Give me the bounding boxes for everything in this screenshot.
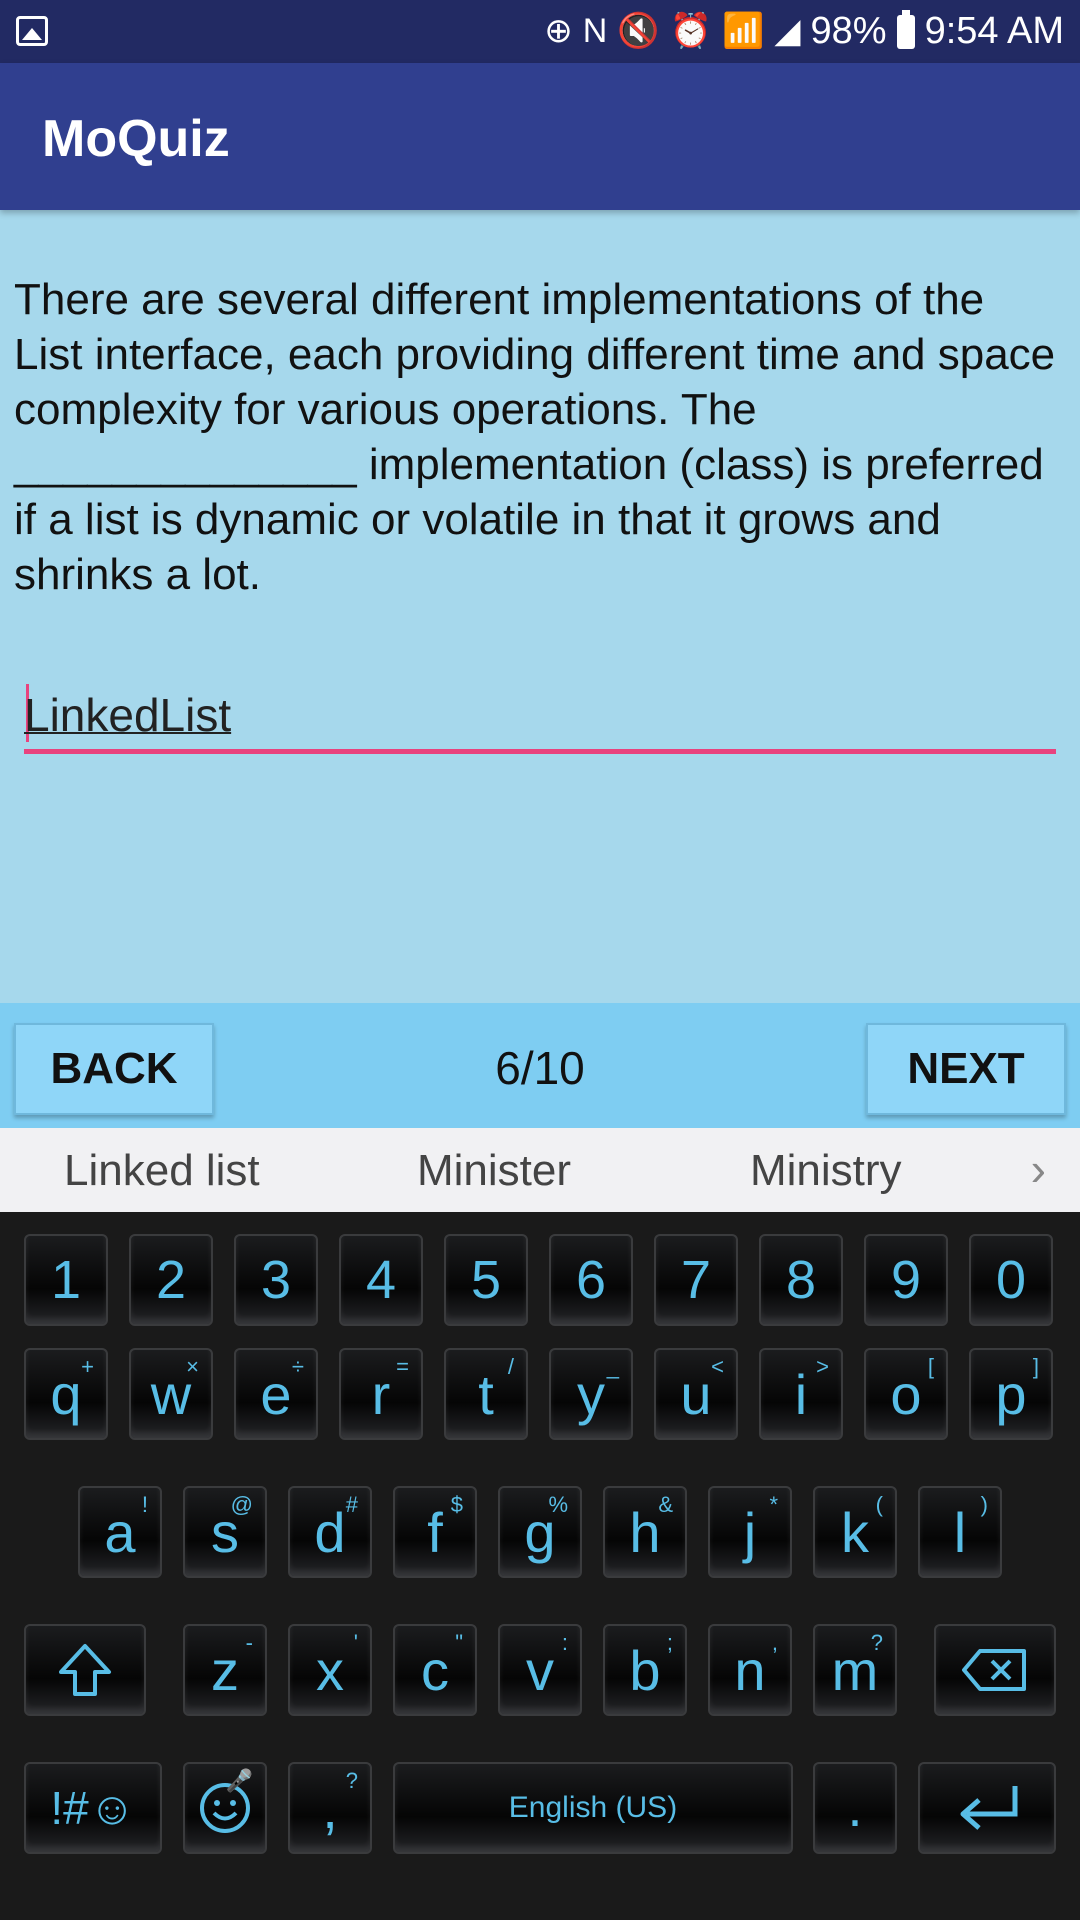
key-9[interactable]: 9 — [864, 1234, 948, 1326]
key-u[interactable]: u < — [654, 1348, 738, 1440]
space-key[interactable]: English (US) — [393, 1762, 793, 1854]
key-4[interactable]: 4 — [339, 1234, 423, 1326]
data-saver-icon: ⊕ — [544, 12, 573, 50]
app-title: MoQuiz — [42, 110, 230, 168]
gallery-notification-icon — [16, 16, 48, 46]
key-c[interactable]: c " — [393, 1624, 477, 1716]
key-1[interactable]: 1 — [24, 1234, 108, 1326]
key-v[interactable]: v: — [498, 1624, 582, 1716]
battery-icon — [896, 9, 915, 49]
key-d[interactable]: d # — [288, 1486, 372, 1578]
key-w[interactable]: w × — [129, 1348, 213, 1440]
enter-key[interactable] — [918, 1762, 1056, 1854]
key-x[interactable]: x ' — [288, 1624, 372, 1716]
period-key[interactable]: . — [813, 1762, 897, 1854]
key-j[interactable]: j * — [708, 1486, 792, 1578]
key-5[interactable]: 5 — [444, 1234, 528, 1326]
alarm-icon: ⏰ — [669, 12, 713, 50]
app-bar: MoQuiz — [0, 63, 1080, 210]
backspace-key[interactable] — [934, 1624, 1056, 1716]
key-z[interactable]: z- — [183, 1624, 267, 1716]
key-f[interactable]: f $ — [393, 1486, 477, 1578]
answer-input[interactable]: LinkedList — [24, 684, 1056, 754]
suggestion-item[interactable]: Minister — [417, 1146, 571, 1196]
keyboard: 1 2 3 4 5 6 7 8 9 0 q + w × e ÷ r = t / y _ u <… — [0, 1212, 1080, 1920]
suggestion-item[interactable]: Linked list — [64, 1146, 260, 1196]
question-text: There are several different implementati… — [14, 275, 1056, 599]
status-icons: ⊕ N 🔇 ⏰ 📶 ◢ 98% 9:54 AM — [544, 0, 1064, 63]
key-3[interactable]: 3 — [234, 1234, 318, 1326]
key-p[interactable]: p] — [969, 1348, 1053, 1440]
key-k[interactable]: k( — [813, 1486, 897, 1578]
enter-arrow-icon — [960, 1786, 1018, 1830]
key-s[interactable]: s @ — [183, 1486, 267, 1578]
battery-percent: 98% — [810, 10, 887, 52]
navigation-bar: BACK 6/10 NEXT — [0, 1003, 1080, 1128]
key-q[interactable]: q + — [24, 1348, 108, 1440]
suggestion-item[interactable]: Ministry — [750, 1146, 902, 1196]
key-e[interactable]: e ÷ — [234, 1348, 318, 1440]
key-l[interactable]: l) — [918, 1486, 1002, 1578]
answer-value: LinkedList — [24, 689, 232, 741]
key-8[interactable]: 8 — [759, 1234, 843, 1326]
key-r[interactable]: r = — [339, 1348, 423, 1440]
key-7[interactable]: 7 — [654, 1234, 738, 1326]
suggestion-strip: Linked list Minister Ministry › — [0, 1128, 1080, 1212]
key-t[interactable]: t / — [444, 1348, 528, 1440]
key-2[interactable]: 2 — [129, 1234, 213, 1326]
emoji-key[interactable]: 🎤 — [183, 1762, 267, 1854]
backspace-icon — [962, 1649, 1026, 1691]
shift-key[interactable] — [24, 1624, 146, 1716]
status-bar: ⊕ N 🔇 ⏰ 📶 ◢ 98% 9:54 AM — [0, 0, 1080, 63]
key-y[interactable]: y _ — [549, 1348, 633, 1440]
key-b[interactable]: b; — [603, 1624, 687, 1716]
nfc-icon: N — [582, 12, 608, 50]
key-m[interactable]: m? — [813, 1624, 897, 1716]
key-h[interactable]: h & — [603, 1486, 687, 1578]
key-g[interactable]: g% — [498, 1486, 582, 1578]
next-button[interactable]: NEXT — [866, 1023, 1066, 1115]
wifi-icon: 📶 — [722, 12, 765, 50]
key-n[interactable]: n, — [708, 1624, 792, 1716]
clock: 9:54 AM — [924, 10, 1064, 52]
key-i[interactable]: i > — [759, 1348, 843, 1440]
comma-key[interactable]: ,? — [288, 1762, 372, 1854]
symbols-key[interactable]: !#☺ — [24, 1762, 162, 1854]
microphone-icon: 🎤 — [225, 1768, 253, 1793]
key-0[interactable]: 0 — [969, 1234, 1053, 1326]
signal-icon: ◢ — [774, 12, 801, 50]
key-o[interactable]: o[ — [864, 1348, 948, 1440]
mute-icon: 🔇 — [617, 12, 660, 50]
key-a[interactable]: a! — [78, 1486, 162, 1578]
key-6[interactable]: 6 — [549, 1234, 633, 1326]
chevron-right-icon[interactable]: › — [1031, 1142, 1046, 1196]
shift-arrow-icon — [59, 1644, 111, 1696]
